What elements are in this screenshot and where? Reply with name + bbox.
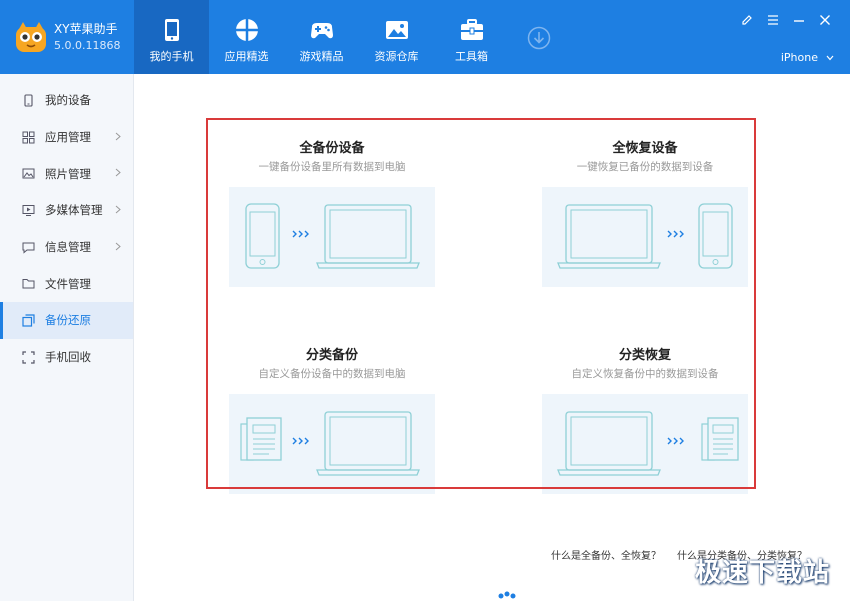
device-name: iPhone (780, 51, 818, 64)
top-nav: 我的手机 应用精选 游戏精品 资源仓库 工具箱 (134, 0, 509, 74)
close-icon (820, 15, 830, 25)
minimize-icon (794, 20, 804, 22)
backup-icon (22, 314, 35, 327)
sidebar-item-label: 我的设备 (45, 93, 91, 108)
media-icon (22, 204, 35, 216)
grid-icon (22, 131, 35, 144)
app-logo-icon (16, 22, 46, 52)
card-title: 分类备份 (305, 348, 358, 363)
apps-icon (235, 19, 258, 41)
nav-my-phone[interactable]: 我的手机 (134, 0, 209, 74)
full-backup-help-link[interactable]: 什么是全备份、全恢复？ (551, 547, 661, 562)
sidebar-item-my-device[interactable]: 我的设备 (0, 82, 133, 119)
sidebar-item-phone-recycle[interactable]: 手机回收 (0, 339, 133, 376)
sidebar-item-label: 备份还原 (45, 313, 91, 328)
minimize-button[interactable] (788, 12, 810, 28)
card-title: 分类恢复 (618, 348, 671, 363)
folder-icon (22, 279, 35, 289)
nav-label: 资源仓库 (374, 50, 419, 63)
gamepad-icon (310, 23, 333, 39)
sidebar-item-app-manage[interactable]: 应用管理 (0, 119, 133, 156)
download-icon[interactable] (527, 26, 551, 50)
card-title: 全恢复设备 (612, 141, 678, 156)
resize-handle-icon (498, 591, 516, 599)
card-subtitle: 自定义备份设备中的数据到电脑 (258, 368, 406, 380)
phone-icon (164, 19, 179, 41)
category-restore-card[interactable]: 分类恢复 自定义恢复备份中的数据到设备 (542, 344, 748, 519)
sidebar-item-file-manage[interactable]: 文件管理 (0, 265, 133, 302)
phone-to-computer-illustration (229, 187, 435, 287)
nav-resources[interactable]: 资源仓库 (359, 0, 434, 74)
photo-icon (22, 168, 35, 179)
sidebar-item-label: 照片管理 (45, 166, 91, 181)
nav-games[interactable]: 游戏精品 (284, 0, 359, 74)
menu-icon (768, 15, 778, 25)
window-controls (732, 12, 836, 28)
document-to-computer-illustration (229, 394, 435, 494)
card-subtitle: 一键备份设备里所有数据到电脑 (258, 161, 406, 173)
chevron-right-icon (115, 132, 121, 141)
computer-to-document-illustration (542, 394, 748, 494)
chevron-right-icon (115, 242, 121, 251)
nav-label: 我的手机 (149, 50, 194, 63)
edit-icon (742, 15, 752, 25)
chevron-right-icon (115, 168, 121, 177)
sidebar-item-message-manage[interactable]: 信息管理 (0, 229, 133, 266)
close-button[interactable] (814, 12, 836, 28)
computer-to-phone-illustration (542, 187, 748, 287)
sidebar-item-photo-manage[interactable]: 照片管理 (0, 155, 133, 192)
card-subtitle: 一键恢复已备份的数据到设备 (576, 161, 714, 173)
sidebar-item-label: 手机回收 (45, 350, 91, 365)
app-name: XY苹果助手 (54, 22, 118, 36)
card-title: 全备份设备 (299, 141, 365, 156)
sidebar-item-label: 信息管理 (45, 240, 91, 255)
sidebar-item-label: 应用管理 (45, 130, 91, 145)
nav-toolbox[interactable]: 工具箱 (434, 0, 509, 74)
message-icon (22, 242, 35, 254)
image-icon (385, 21, 408, 39)
nav-label: 游戏精品 (299, 50, 344, 63)
card-subtitle: 自定义恢复备份中的数据到设备 (571, 368, 719, 380)
full-restore-card[interactable]: 全恢复设备 一键恢复已备份的数据到设备 (542, 137, 748, 312)
chevron-right-icon (115, 205, 121, 214)
device-selector[interactable]: iPhone (781, 51, 834, 64)
nav-label: 应用精选 (224, 50, 269, 63)
category-backup-card[interactable]: 分类备份 自定义备份设备中的数据到电脑 (229, 344, 435, 519)
recycle-icon (22, 351, 35, 364)
title-bar: XY苹果助手 5.0.0.11868 我的手机 应用精选 游戏精品 资源仓库 工… (0, 0, 850, 74)
sidebar-item-label: 多媒体管理 (45, 203, 103, 218)
sidebar-item-backup-restore[interactable]: 备份还原 (0, 302, 133, 339)
watermark-text: 极速下载站 (694, 558, 830, 588)
nav-label: 工具箱 (455, 50, 488, 63)
nav-apps[interactable]: 应用精选 (209, 0, 284, 74)
sidebar-item-media-manage[interactable]: 多媒体管理 (0, 192, 133, 229)
app-version: 5.0.0.11868 (54, 39, 121, 52)
sidebar-item-label: 文件管理 (45, 276, 91, 291)
full-backup-card[interactable]: 全备份设备 一键备份设备里所有数据到电脑 (229, 137, 435, 312)
menu-button[interactable] (762, 12, 784, 28)
sidebar: 我的设备 应用管理 照片管理 多媒体管理 信息管理 文件管理 备份还原 手机回收 (0, 74, 134, 601)
chevron-down-icon (826, 55, 834, 60)
toolbox-icon (460, 19, 483, 40)
device-icon (24, 94, 33, 107)
skin-button[interactable] (736, 12, 758, 28)
